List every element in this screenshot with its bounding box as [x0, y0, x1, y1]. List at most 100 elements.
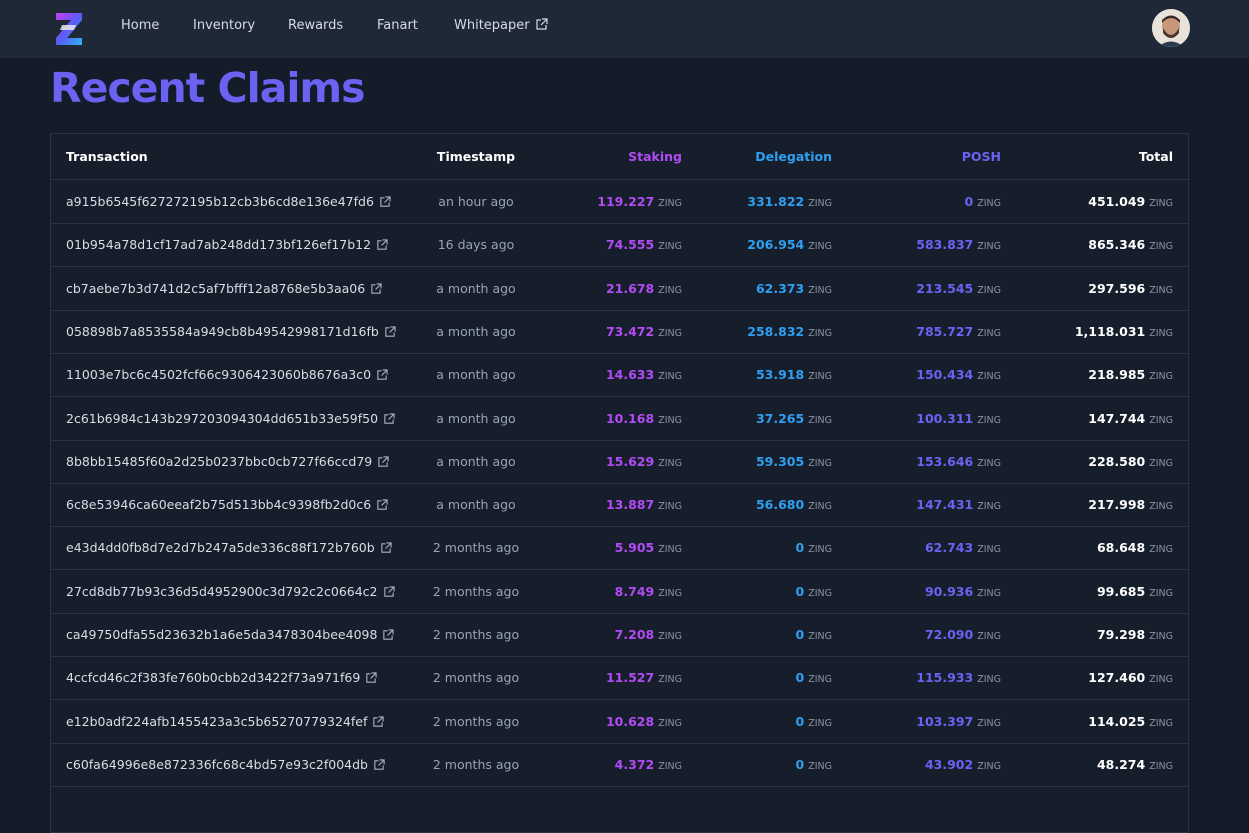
staking-amount: 21.678	[605, 280, 655, 296]
timestamp: a month ago	[436, 280, 516, 296]
unit-label: ZING	[808, 587, 832, 599]
timestamp: 16 days ago	[437, 237, 515, 253]
timestamp: a month ago	[436, 323, 516, 339]
posh-amount: 785.727	[916, 323, 974, 339]
transaction-link[interactable]: 8b8bb15485f60a2d25b0237bbc0cb727f66ccd79	[66, 454, 389, 469]
external-link-icon[interactable]	[376, 499, 388, 511]
total-amount: 127.460	[1088, 670, 1146, 686]
header-timestamp: Timestamp	[436, 149, 516, 164]
transaction-link[interactable]: 6c8e53946ca60eeaf2b75d513bb4c9398fb2d0c6	[66, 497, 388, 512]
delegation-amount: 59.305	[755, 453, 805, 469]
total-amount: 865.346	[1088, 237, 1146, 253]
transaction-link[interactable]: cb7aebe7b3d741d2c5af7bfff12a8768e5b3aa06	[66, 281, 382, 296]
unit-label: ZING	[658, 241, 682, 253]
external-link-icon[interactable]	[376, 239, 388, 251]
delegation-value: 0 ZING	[796, 584, 832, 599]
external-link-icon[interactable]	[379, 196, 391, 208]
external-link-icon	[536, 18, 548, 30]
posh-value: 147.431 ZING	[916, 497, 1001, 512]
avatar[interactable]	[1152, 9, 1190, 47]
table-row: 27cd8db77b93c36d5d4952900c3d792c2c0664c2…	[51, 570, 1188, 614]
nav-inventory[interactable]: Inventory	[193, 18, 255, 33]
staking-value: 11.527 ZING	[606, 670, 682, 685]
transaction-link[interactable]: e43d4dd0fb8d7e2d7b247a5de336c88f172b760b	[66, 540, 392, 555]
transaction-link[interactable]: 058898b7a8535584a949cb8b49542998171d16fb	[66, 324, 396, 339]
delegation-amount: 0	[795, 627, 805, 642]
total-amount: 48.274	[1096, 756, 1146, 772]
delegation-amount: 0	[795, 583, 805, 599]
posh-amount: 62.743	[924, 540, 974, 556]
posh-value: 213.545 ZING	[916, 281, 1001, 296]
posh-amount: 213.545	[916, 280, 974, 296]
posh-value: 72.090 ZING	[925, 627, 1001, 642]
nav-rewards[interactable]: Rewards	[288, 18, 343, 33]
unit-label: ZING	[808, 717, 832, 729]
unit-label: ZING	[1149, 717, 1173, 729]
transaction-hash: 4ccfcd46c2f383fe760b0cbb2d3422f73a971f69	[66, 670, 361, 686]
transaction-link[interactable]: 01b954a78d1cf17ad7ab248dd173bf126ef17b12	[66, 237, 388, 252]
transaction-link[interactable]: 2c61b6984c143b297203094304dd651b33e59f50	[66, 411, 395, 426]
transaction-link[interactable]: e12b0adf224afb1455423a3c5b65270779324fef	[66, 714, 384, 729]
timestamp: 2 months ago	[432, 627, 520, 642]
staking-amount: 10.628	[605, 713, 655, 729]
timestamp: an hour ago	[438, 194, 514, 209]
transaction-link[interactable]: a915b6545f627272195b12cb3b6cd8e136e47fd6	[66, 194, 391, 209]
unit-label: ZING	[1149, 198, 1173, 209]
timestamp: 2 months ago	[432, 756, 520, 772]
transaction-link[interactable]: 11003e7bc6c4502fcf66c9306423060b8676a3c0	[66, 367, 388, 382]
external-link-icon[interactable]	[377, 456, 389, 468]
staking-value: 21.678 ZING	[606, 281, 682, 296]
external-link-icon[interactable]	[372, 715, 384, 728]
timestamp: 2 months ago	[432, 583, 520, 599]
total-value: 451.049 ZING	[1088, 194, 1173, 209]
header-staking: Staking	[628, 149, 682, 164]
posh-amount: 115.933	[916, 670, 974, 686]
transaction-link[interactable]: 4ccfcd46c2f383fe760b0cbb2d3422f73a971f69	[66, 670, 377, 685]
posh-value: 90.936 ZING	[925, 584, 1001, 599]
transaction-hash: 8b8bb15485f60a2d25b0237bbc0cb727f66ccd79	[66, 453, 373, 469]
page-title: Recent Claims	[50, 64, 366, 112]
delegation-value: 206.954 ZING	[747, 237, 832, 252]
table-row: 2c61b6984c143b297203094304dd651b33e59f50…	[51, 397, 1188, 441]
header-total: Total	[1138, 149, 1173, 164]
total-value: 865.346 ZING	[1088, 237, 1173, 252]
transaction-link[interactable]: 27cd8db77b93c36d5d4952900c3d792c2c0664c2	[66, 584, 395, 599]
delegation-value: 0 ZING	[796, 670, 832, 685]
posh-value: 0 ZING	[965, 194, 1001, 209]
unit-label: ZING	[1149, 241, 1173, 253]
unit-label: ZING	[1149, 760, 1173, 772]
logo-icon[interactable]	[53, 10, 85, 48]
delegation-amount: 0	[795, 670, 805, 686]
transaction-hash: 6c8e53946ca60eeaf2b75d513bb4c9398fb2d0c6	[66, 497, 372, 513]
nav-whitepaper[interactable]: Whitepaper	[454, 18, 548, 33]
external-link-icon[interactable]	[376, 369, 388, 381]
external-link-icon[interactable]	[365, 672, 377, 684]
external-link-icon[interactable]	[380, 542, 392, 554]
transaction-hash: 27cd8db77b93c36d5d4952900c3d792c2c0664c2	[66, 583, 378, 599]
transaction-link[interactable]: c60fa64996e8e872336fc68c4bd57e93c2f004db	[66, 757, 385, 772]
delegation-amount: 53.918	[755, 367, 805, 383]
total-value: 1,118.031 ZING	[1075, 324, 1173, 339]
posh-value: 150.434 ZING	[916, 367, 1001, 382]
claims-table: Transaction Timestamp Staking Delegation…	[50, 133, 1189, 833]
nav-fanart[interactable]: Fanart	[377, 18, 418, 33]
unit-label: ZING	[658, 198, 682, 209]
total-value: 217.998 ZING	[1088, 497, 1173, 512]
table-row: e12b0adf224afb1455423a3c5b65270779324fef…	[51, 700, 1188, 744]
nav-home[interactable]: Home	[121, 18, 159, 33]
timestamp: a month ago	[436, 497, 516, 513]
unit-label: ZING	[977, 717, 1001, 729]
unit-label: ZING	[658, 327, 682, 339]
unit-label: ZING	[658, 587, 682, 599]
unit-label: ZING	[977, 198, 1001, 209]
total-amount: 147.744	[1088, 410, 1146, 426]
external-link-icon[interactable]	[373, 759, 385, 771]
posh-value: 785.727 ZING	[916, 324, 1001, 339]
posh-amount: 103.397	[916, 713, 974, 729]
delegation-amount: 0	[795, 713, 805, 729]
transaction-link[interactable]: ca49750dfa55d23632b1a6e5da3478304bee4098	[66, 627, 395, 642]
staking-value: 10.168 ZING	[606, 411, 682, 426]
table-row: c60fa64996e8e872336fc68c4bd57e93c2f004db…	[51, 743, 1188, 787]
external-link-icon[interactable]	[370, 282, 382, 295]
staking-value: 74.555 ZING	[606, 237, 682, 252]
